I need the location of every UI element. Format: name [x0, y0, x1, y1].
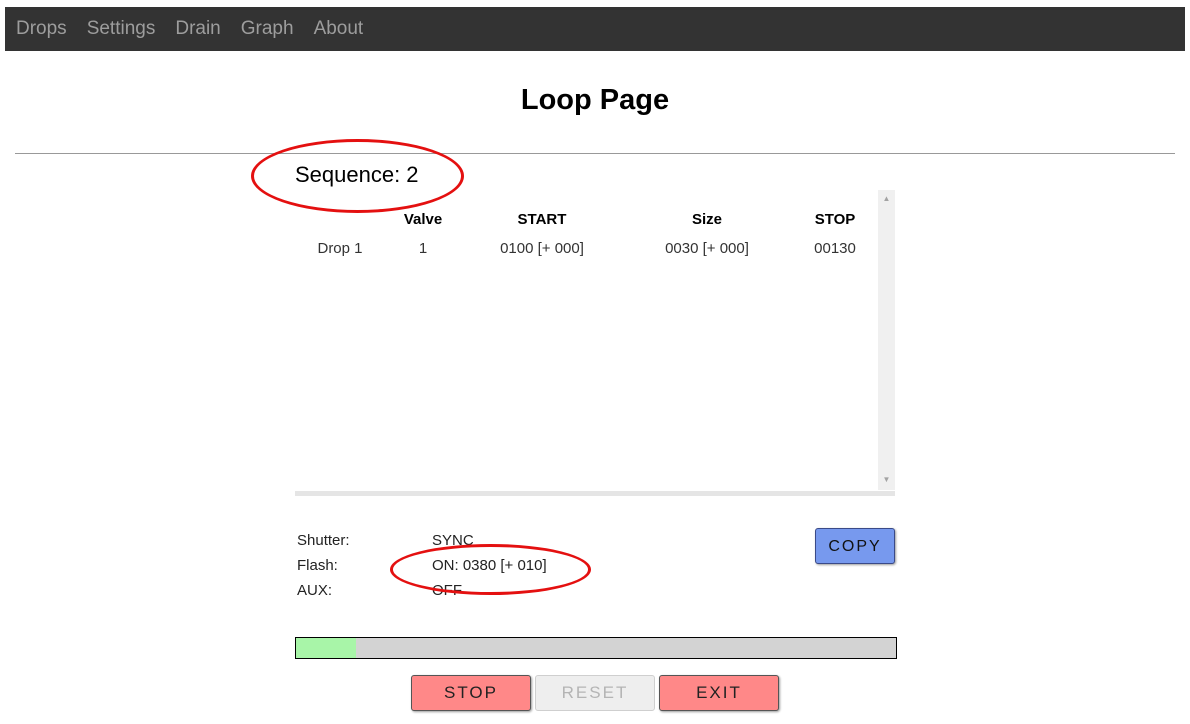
horizontal-scrollbar[interactable]	[295, 491, 895, 496]
column-header-stop: STOP	[814, 210, 856, 228]
vertical-scrollbar[interactable]: ▲ ▼	[878, 190, 895, 490]
aux-value: OFF	[432, 582, 462, 599]
size-cell: 0030 [+ 000]	[665, 239, 749, 257]
nav-item-drain[interactable]: Drain	[165, 7, 230, 51]
table-row: Drop 1 1 0100 [+ 000] 0030 [+ 000] 00130	[295, 232, 879, 264]
drops-table: Valve START Size STOP Drop 1 1 0100 [+ 0…	[295, 206, 879, 264]
nav-item-drops[interactable]: Drops	[5, 7, 77, 51]
stop-button[interactable]: STOP	[411, 675, 531, 711]
nav-item-graph[interactable]: Graph	[231, 7, 304, 51]
flash-label: Flash:	[297, 557, 338, 574]
shutter-value: SYNC	[432, 532, 474, 549]
scroll-down-arrow-icon[interactable]: ▼	[878, 475, 895, 484]
drop-name-cell: Drop 1	[317, 239, 363, 257]
scroll-up-arrow-icon[interactable]: ▲	[878, 194, 895, 203]
valve-cell: 1	[418, 239, 428, 257]
column-header-valve: Valve	[403, 210, 443, 228]
divider	[15, 153, 1175, 154]
sequence-label: Sequence: 2	[295, 162, 419, 187]
reset-button[interactable]: RESET	[535, 675, 655, 711]
stop-cell: 00130	[814, 239, 856, 257]
aux-label: AUX:	[297, 582, 333, 599]
column-header-size: Size	[691, 210, 722, 228]
nav-item-settings[interactable]: Settings	[77, 7, 166, 51]
column-header-start: START	[517, 210, 567, 228]
drops-table-panel[interactable]: Valve START Size STOP Drop 1 1 0100 [+ 0…	[295, 190, 895, 496]
column-header-drop	[295, 206, 385, 232]
progress-bar	[295, 637, 897, 659]
shutter-label: Shutter:	[297, 532, 350, 549]
progress-fill	[296, 638, 356, 658]
loop-page: Drops Settings Drain Graph About Loop Pa…	[0, 0, 1190, 724]
nav-item-about[interactable]: About	[304, 7, 374, 51]
copy-button[interactable]: COPY	[815, 528, 895, 564]
start-cell: 0100 [+ 000]	[500, 239, 584, 257]
exit-button[interactable]: EXIT	[659, 675, 779, 711]
page-title: Loop Page	[520, 84, 670, 116]
flash-value: ON: 0380 [+ 010]	[432, 557, 547, 574]
navbar: Drops Settings Drain Graph About	[5, 7, 1185, 51]
table-header-row: Valve START Size STOP	[295, 206, 879, 232]
